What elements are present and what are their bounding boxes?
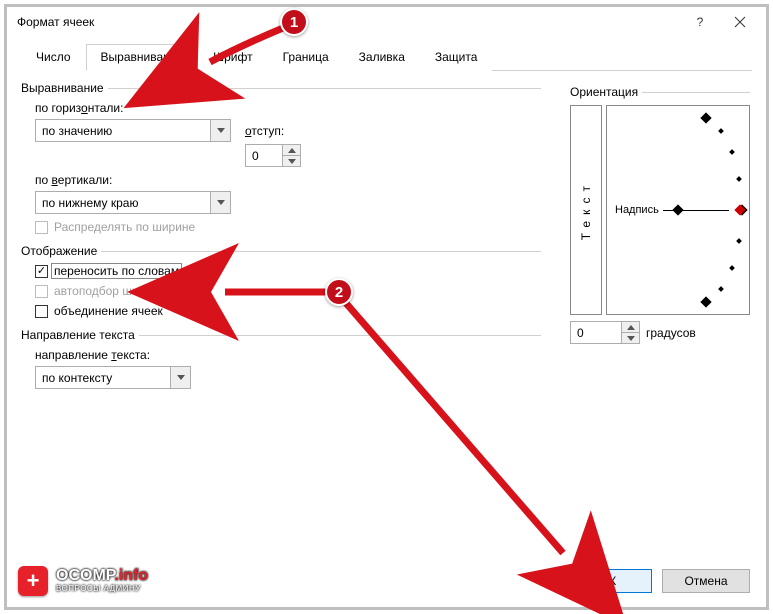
autofit-label: автоподбор ширины <box>54 284 167 298</box>
vertical-value: по нижнему краю <box>36 196 210 210</box>
group-orientation-label: Ориентация <box>570 85 642 99</box>
logo-tagline: ВОПРОСЫ АДМИНУ <box>56 585 148 593</box>
watermark-logo: + OCOMP.info ВОПРОСЫ АДМИНУ <box>18 566 148 596</box>
indent-label: отступ: <box>245 124 284 138</box>
checkbox-icon: ✓ <box>35 265 48 278</box>
tab-protection[interactable]: Защита <box>420 44 493 71</box>
group-display: Отображение ✓ переносить по словам автоп… <box>21 244 541 318</box>
window-title: Формат ячеек <box>17 15 680 29</box>
close-button[interactable] <box>720 9 760 35</box>
spinner-down-icon[interactable] <box>622 333 639 343</box>
group-direction-label: Направление текста <box>21 328 139 342</box>
ok-button[interactable]: ОК <box>564 569 652 593</box>
tabs: Число Выравнивание Шрифт Граница Заливка… <box>21 43 752 71</box>
checkbox-icon <box>35 285 48 298</box>
spinner-buttons[interactable] <box>282 145 300 166</box>
orientation-dial-label: Надпись <box>615 204 659 216</box>
distribute-check: Распределять по ширине <box>35 220 541 234</box>
spinner-down-icon[interactable] <box>283 156 300 166</box>
group-alignment-label: Выравнивание <box>21 81 108 95</box>
close-icon <box>734 16 746 28</box>
horizontal-label: по горизонтали: <box>35 101 541 115</box>
annotation-marker-2: 2 <box>325 278 353 306</box>
direction-select[interactable]: по контексту <box>35 366 191 389</box>
orientation-vertical-text: Текст <box>579 180 593 240</box>
chevron-down-icon <box>210 192 230 213</box>
tab-border[interactable]: Граница <box>268 44 344 71</box>
cancel-button[interactable]: Отмена <box>662 569 750 593</box>
group-display-label: Отображение <box>21 244 101 258</box>
group-alignment: Выравнивание по горизонтали: по значению… <box>21 81 541 234</box>
orientation-vertical-button[interactable]: Текст <box>570 105 602 315</box>
tab-font[interactable]: Шрифт <box>198 44 267 71</box>
direction-label: направление текста: <box>35 348 541 362</box>
autofit-check: автоподбор ширины <box>35 284 541 298</box>
indent-spinner[interactable]: 0 <box>245 144 301 167</box>
chevron-down-icon <box>170 367 190 388</box>
degrees-spinner[interactable]: 0 <box>570 321 640 344</box>
horizontal-select[interactable]: по значению <box>35 119 231 142</box>
direction-value: по контексту <box>36 371 170 385</box>
merge-check[interactable]: объединение ячеек <box>35 304 541 318</box>
help-button[interactable]: ? <box>680 9 720 35</box>
dialog-buttons: ОК Отмена <box>564 569 750 593</box>
annotation-marker-1: 1 <box>280 8 308 36</box>
horizontal-value: по значению <box>36 124 210 138</box>
checkbox-icon <box>35 305 48 318</box>
wrap-label: переносить по словам <box>51 263 182 279</box>
tab-number[interactable]: Число <box>21 44 86 71</box>
spinner-buttons[interactable] <box>621 322 639 343</box>
spinner-up-icon[interactable] <box>622 322 639 333</box>
orientation-dial[interactable]: Надпись <box>606 105 750 315</box>
spinner-up-icon[interactable] <box>283 145 300 156</box>
vertical-select[interactable]: по нижнему краю <box>35 191 231 214</box>
merge-label: объединение ячеек <box>54 304 163 318</box>
vertical-label: по вертикали: <box>35 173 541 187</box>
group-orientation: Ориентация Текст Надпись <box>570 85 750 344</box>
plus-icon: + <box>18 566 48 596</box>
logo-brand: OCOMP <box>56 567 114 584</box>
degrees-unit: градусов <box>646 326 696 340</box>
indent-value: 0 <box>246 145 282 166</box>
checkbox-icon <box>35 221 48 234</box>
tab-alignment[interactable]: Выравнивание <box>86 44 199 71</box>
logo-suffix: .info <box>114 567 148 584</box>
distribute-label: Распределять по ширине <box>54 220 195 234</box>
tab-fill[interactable]: Заливка <box>344 44 420 71</box>
group-direction: Направление текста направление текста: п… <box>21 328 541 389</box>
titlebar: Формат ячеек ? <box>7 7 766 37</box>
chevron-down-icon <box>210 120 230 141</box>
degrees-value: 0 <box>571 322 621 343</box>
wrap-check[interactable]: ✓ переносить по словам <box>35 264 541 278</box>
